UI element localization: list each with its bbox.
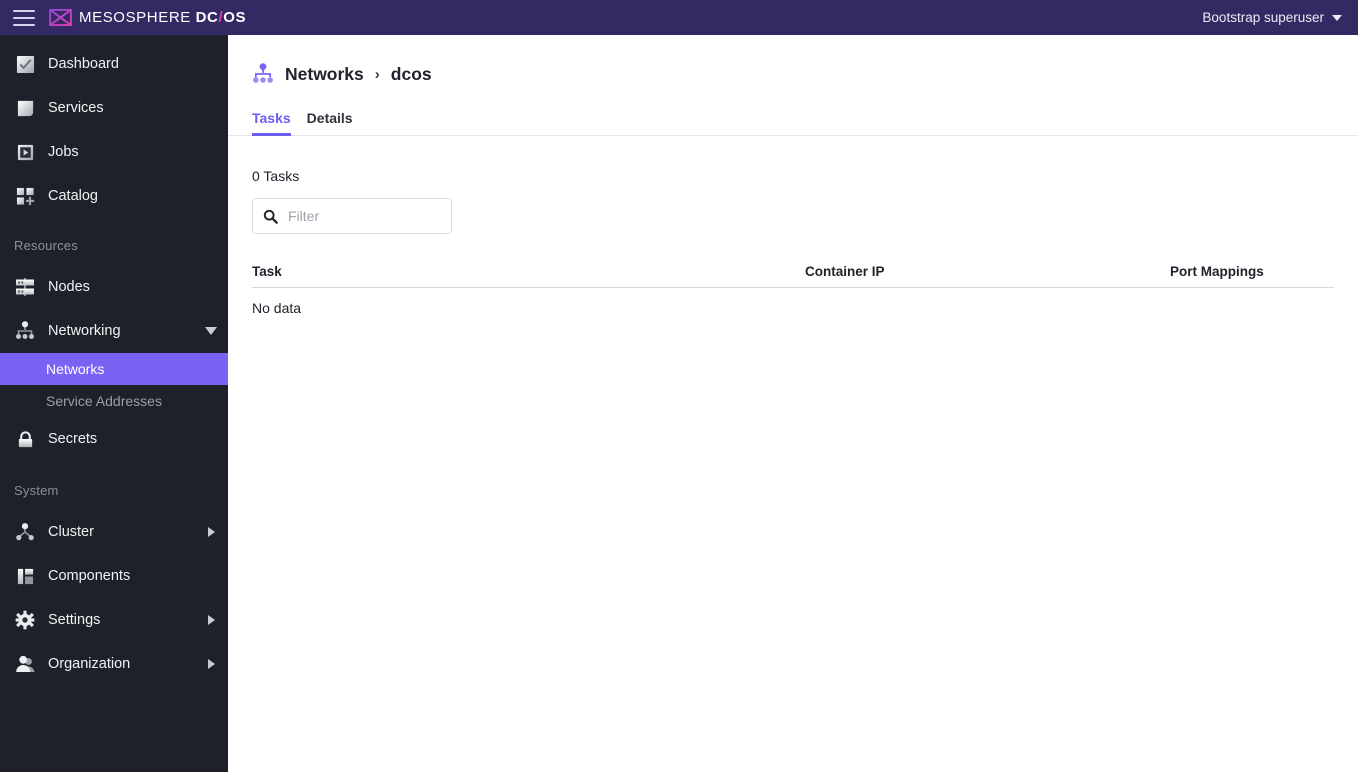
nodes-server-icon	[14, 276, 36, 298]
chevron-down-icon	[1332, 14, 1342, 21]
sidebar-item-networking[interactable]: Networking	[0, 309, 228, 353]
sidebar-item-organization[interactable]: Organization	[0, 642, 228, 686]
organization-user-icon	[14, 653, 36, 675]
sidebar-item-label: Services	[48, 100, 104, 116]
dcos-networks-page: MESOSPHERE DC/OS Bootstrap superuser Das…	[0, 0, 1358, 772]
networking-tree-icon	[14, 320, 36, 342]
dashboard-check-icon	[14, 53, 36, 75]
column-header-task[interactable]: Task	[252, 264, 805, 279]
tab-tasks[interactable]: Tasks	[252, 110, 291, 136]
sidebar-item-label: Networking	[48, 323, 121, 339]
sidebar-item-catalog[interactable]: Catalog	[0, 174, 228, 218]
sidebar-item-label: Nodes	[48, 279, 90, 295]
sidebar-item-label: Organization	[48, 656, 131, 672]
sidebar-item-services[interactable]: Services	[0, 86, 228, 130]
sidebar-item-components[interactable]: Components	[0, 554, 228, 598]
sidebar-item-label: Jobs	[48, 144, 79, 160]
tab-label: Details	[306, 110, 353, 126]
brand-os: OS	[223, 9, 247, 26]
sidebar-section-resources: Resources	[14, 238, 78, 253]
breadcrumb: Networks › dcos	[228, 35, 1358, 85]
components-bars-icon	[14, 565, 36, 587]
sidebar-item-networks[interactable]: Networks	[0, 353, 228, 385]
sidebar-item-dashboard[interactable]: Dashboard	[0, 42, 228, 86]
sidebar-item-nodes[interactable]: Nodes	[0, 265, 228, 309]
sidebar-item-label: Components	[48, 568, 131, 584]
sidebar-item-jobs[interactable]: Jobs	[0, 130, 228, 174]
settings-gear-icon	[14, 609, 36, 631]
chevron-down-icon[interactable]	[205, 327, 217, 335]
secrets-lock-icon	[14, 428, 36, 450]
brand-dc: DC	[195, 9, 219, 26]
breadcrumb-separator: ›	[374, 65, 380, 83]
search-icon	[263, 209, 278, 224]
filter-container	[228, 184, 1358, 234]
breadcrumb-current: dcos	[390, 63, 432, 84]
tab-details[interactable]: Details	[307, 110, 353, 135]
brand-text: MESOSPHERE DC/OS	[79, 9, 246, 26]
networking-tree-icon	[253, 63, 273, 83]
tab-label: Tasks	[252, 110, 291, 126]
jobs-play-icon	[14, 141, 36, 163]
sidebar-subitem-label: Service Addresses	[46, 393, 162, 409]
filter-box[interactable]	[252, 198, 452, 234]
sidebar-item-secrets[interactable]: Secrets	[0, 417, 228, 461]
user-menu-label: Bootstrap superuser	[1202, 10, 1324, 25]
tasks-table: Task Container IP Port Mappings No data	[252, 264, 1334, 316]
cluster-nodes-icon	[14, 521, 36, 543]
sidebar-item-service-addresses[interactable]: Service Addresses	[0, 385, 228, 417]
hamburger-menu-icon[interactable]	[13, 9, 35, 26]
user-menu[interactable]: Bootstrap superuser	[1202, 0, 1342, 35]
chevron-right-icon[interactable]	[208, 527, 215, 537]
mesosphere-envelope-icon	[49, 9, 72, 26]
brand-prefix: MESOSPHERE	[79, 9, 196, 26]
breadcrumb-root[interactable]: Networks	[285, 64, 364, 85]
main-content: Networks › dcos Tasks Details 0 Tasks Fi…	[228, 35, 1358, 772]
chevron-right-icon[interactable]	[208, 659, 215, 669]
sidebar-item-label: Cluster	[48, 524, 94, 540]
column-header-container-ip[interactable]: Container IP	[805, 264, 1170, 279]
task-count-label: 0 Tasks	[252, 168, 300, 184]
brand-logo[interactable]: MESOSPHERE DC/OS	[49, 9, 246, 26]
sidebar-item-label: Catalog	[48, 188, 98, 204]
sidebar-item-label: Secrets	[48, 431, 98, 447]
top-header-bar: MESOSPHERE DC/OS Bootstrap superuser	[0, 0, 1358, 35]
sidebar-item-label: Dashboard	[48, 56, 119, 72]
table-empty-message: No data	[252, 300, 302, 316]
tab-bar: Tasks Details	[228, 97, 1358, 136]
sidebar-item-cluster[interactable]: Cluster	[0, 510, 228, 554]
column-header-port-mappings[interactable]: Port Mappings	[1170, 264, 1334, 279]
sidebar-subitem-label: Networks	[46, 361, 105, 377]
table-header-row: Task Container IP Port Mappings	[252, 264, 1334, 288]
search-input[interactable]	[288, 208, 428, 224]
services-square-icon	[14, 97, 36, 119]
sidebar-section-system: System	[14, 483, 59, 498]
sidebar: Dashboard Services Jobs Catalog Resource…	[0, 35, 228, 772]
sidebar-item-settings[interactable]: Settings	[0, 598, 228, 642]
sidebar-item-label: Settings	[48, 612, 101, 628]
catalog-grid-plus-icon	[14, 185, 36, 207]
chevron-right-icon[interactable]	[208, 615, 215, 625]
